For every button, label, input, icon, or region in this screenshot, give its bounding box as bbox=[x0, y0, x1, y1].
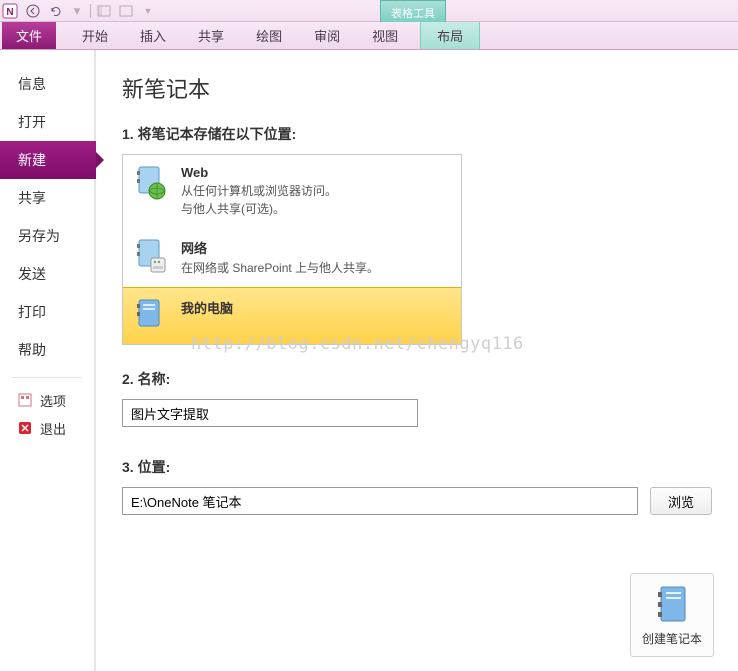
qat-more-icon[interactable]: ▼ bbox=[137, 1, 159, 21]
separator bbox=[12, 377, 82, 378]
app-icon: N bbox=[2, 3, 18, 19]
notebook-name-input[interactable] bbox=[122, 399, 418, 427]
storage-local-title: 我的电脑 bbox=[181, 298, 233, 317]
tab-home[interactable]: 开始 bbox=[66, 22, 124, 49]
sidebar-item-send[interactable]: 发送 bbox=[0, 255, 94, 293]
tab-draw[interactable]: 绘图 bbox=[240, 22, 298, 49]
network-notebook-icon bbox=[135, 238, 167, 274]
browse-button[interactable]: 浏览 bbox=[650, 487, 712, 515]
sidebar-item-print[interactable]: 打印 bbox=[0, 293, 94, 331]
tab-share[interactable]: 共享 bbox=[182, 22, 240, 49]
sidebar-item-options[interactable]: 选项 bbox=[0, 386, 94, 414]
storage-web-title: Web bbox=[181, 165, 337, 180]
step2-label: 2. 名称: bbox=[122, 369, 712, 389]
options-icon bbox=[18, 393, 32, 407]
step3-label: 3. 位置: bbox=[122, 457, 712, 477]
contextual-tab-group: 表格工具 bbox=[380, 0, 446, 22]
storage-option-web[interactable]: Web 从任何计算机或浏览器访问。 与他人共享(可选)。 bbox=[123, 155, 461, 228]
ribbon-tabs: 文件 开始 插入 共享 绘图 审阅 视图 布局 bbox=[0, 22, 738, 50]
backstage-sidebar: 信息 打开 新建 共享 另存为 发送 打印 帮助 选项 退出 bbox=[0, 50, 96, 671]
backstage: 信息 打开 新建 共享 另存为 发送 打印 帮助 选项 退出 新笔记本 1. 将… bbox=[0, 50, 738, 671]
svg-text:N: N bbox=[6, 7, 13, 18]
sidebar-item-info[interactable]: 信息 bbox=[0, 65, 94, 103]
storage-network-desc: 在网络或 SharePoint 上与他人共享。 bbox=[181, 259, 379, 277]
sidebar-item-help[interactable]: 帮助 bbox=[0, 331, 94, 369]
tab-review[interactable]: 审阅 bbox=[298, 22, 356, 49]
back-icon[interactable] bbox=[22, 1, 44, 21]
dock-icon[interactable] bbox=[93, 1, 115, 21]
tab-insert[interactable]: 插入 bbox=[124, 22, 182, 49]
undo-icon[interactable] bbox=[44, 1, 66, 21]
storage-web-desc2: 与他人共享(可选)。 bbox=[181, 200, 337, 218]
exit-icon bbox=[18, 421, 32, 435]
web-notebook-icon bbox=[135, 165, 167, 201]
sidebar-item-exit[interactable]: 退出 bbox=[0, 414, 94, 442]
tab-file[interactable]: 文件 bbox=[2, 22, 56, 49]
storage-option-network[interactable]: 网络 在网络或 SharePoint 上与他人共享。 bbox=[123, 228, 461, 287]
storage-options: Web 从任何计算机或浏览器访问。 与他人共享(可选)。 网络 在网络或 Sha… bbox=[122, 154, 462, 345]
options-label: 选项 bbox=[40, 391, 66, 410]
sidebar-item-open[interactable]: 打开 bbox=[0, 103, 94, 141]
storage-option-mycomputer[interactable]: 我的电脑 bbox=[123, 287, 461, 344]
location-input[interactable] bbox=[122, 487, 638, 515]
sidebar-item-new[interactable]: 新建 bbox=[0, 141, 96, 179]
storage-network-title: 网络 bbox=[181, 238, 379, 257]
contextual-tab-label: 表格工具 bbox=[380, 0, 446, 22]
tab-view[interactable]: 视图 bbox=[356, 22, 414, 49]
create-notebook-icon bbox=[655, 584, 689, 624]
storage-web-desc1: 从任何计算机或浏览器访问。 bbox=[181, 182, 337, 200]
fullpage-icon[interactable] bbox=[115, 1, 137, 21]
exit-label: 退出 bbox=[40, 419, 66, 438]
page-title: 新笔记本 bbox=[122, 72, 712, 104]
qat-dropdown-icon[interactable]: ▾ bbox=[66, 1, 88, 21]
separator bbox=[90, 4, 91, 18]
backstage-main: 新笔记本 1. 将笔记本存储在以下位置: Web 从任何计算机或浏览器访问。 与… bbox=[96, 50, 738, 671]
tab-layout[interactable]: 布局 bbox=[420, 22, 480, 49]
create-notebook-button[interactable]: 创建笔记本 bbox=[630, 573, 714, 657]
sidebar-item-share[interactable]: 共享 bbox=[0, 179, 94, 217]
title-bar: N ▾ ▼ 表格工具 bbox=[0, 0, 738, 22]
local-notebook-icon bbox=[135, 298, 167, 334]
sidebar-item-saveas[interactable]: 另存为 bbox=[0, 217, 94, 255]
step1-label: 1. 将笔记本存储在以下位置: bbox=[122, 124, 712, 144]
create-notebook-label: 创建笔记本 bbox=[642, 630, 702, 647]
